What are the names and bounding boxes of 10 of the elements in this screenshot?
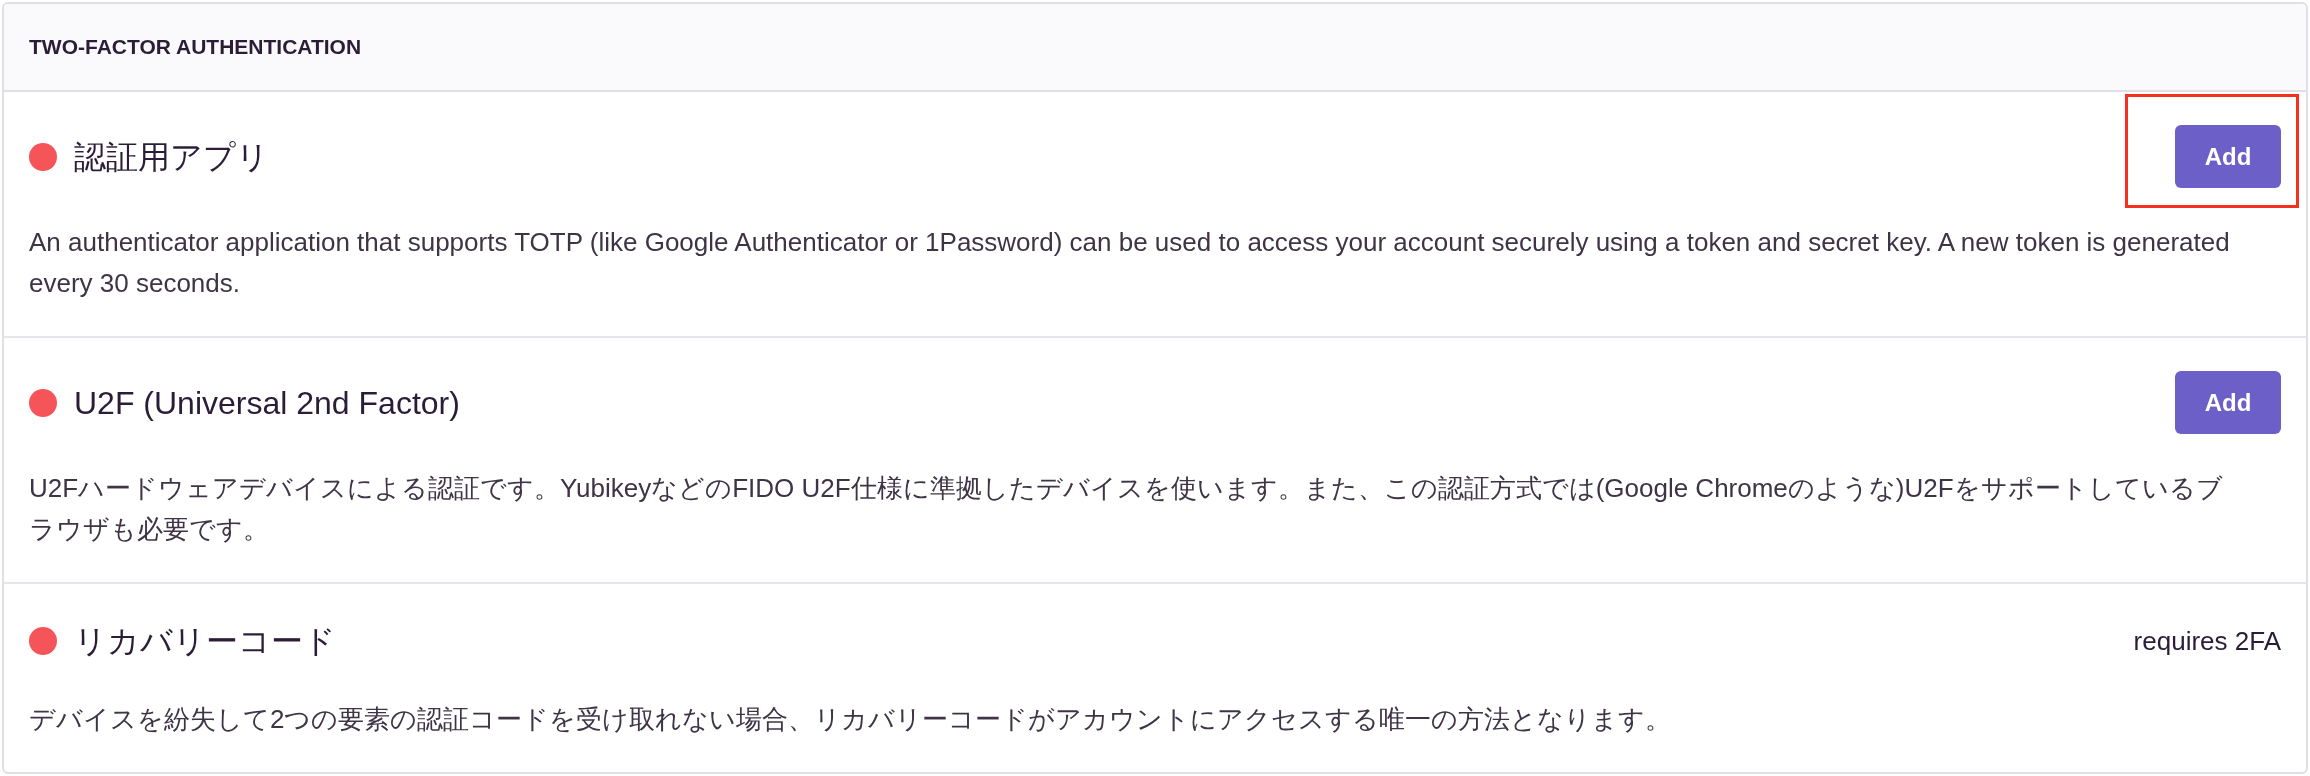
add-button[interactable]: Add — [2175, 125, 2281, 188]
method-title: U2F (Universal 2nd Factor) — [74, 383, 460, 423]
method-description: デバイスを紛失して2つの要素の認証コードを受け取れない場合、リカバリーコードがアカウントにアクセスする唯一の方法となります。 — [29, 703, 1673, 736]
method-description: An authenticator application that supports TOTP (like Google Authenticator or 1Password) can be used to access your account securely using a token and secret key. A new token is generated every 30 seconds. — [29, 226, 2231, 300]
add-button[interactable]: Add — [2175, 371, 2281, 434]
method-description: U2Fハードウェアデバイスによる認証です。YubikeyなどのFIDO U2F仕様に準拠したデバイスを使います。また、この認証方式では(Google Chromeのような)U2Fをサポートしているブラウザも必要です。 — [29, 472, 2224, 546]
method-title: 認証用アプリ — [74, 137, 269, 177]
requirement-note: requires 2FA — [2133, 624, 2281, 658]
method-title: リカバリーコード — [74, 622, 336, 661]
panel-title: TWO-FACTOR AUTHENTICATION — [29, 34, 362, 61]
